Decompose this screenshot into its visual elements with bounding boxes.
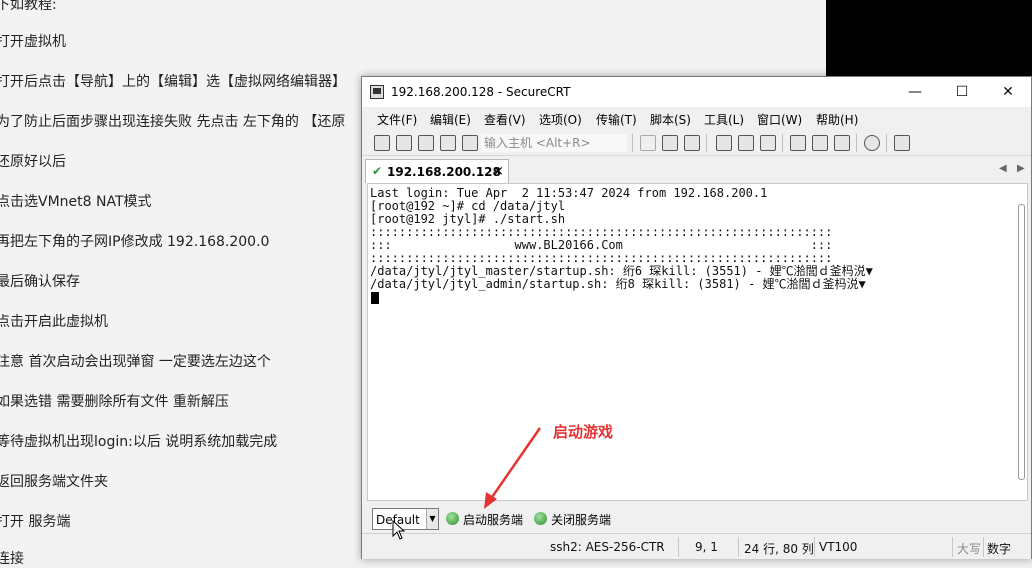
toolbar-separator [782, 134, 783, 152]
doc-line-partial: 下如教程: [0, 0, 57, 13]
securecrt-app-icon [370, 85, 384, 99]
status-terminal-type: VT100 [819, 540, 858, 554]
print-icon[interactable] [716, 135, 732, 151]
mouse-pointer-icon [392, 520, 406, 540]
menu-options[interactable]: 选项(O) [539, 111, 582, 128]
status-divider [983, 537, 984, 557]
doc-line-11: 等待虚拟机出现login:以后 说明系统加载完成 [0, 434, 278, 450]
annotation-label: 启动游戏 [553, 423, 614, 441]
terminal-scrollbar[interactable] [1018, 204, 1025, 480]
doc-line-6: 再把左下角的子网IP修改成 192.168.200.0 [0, 234, 270, 250]
securecrt-window[interactable]: 192.168.200.128 - SecureCRT — ☐ ✕ 文件(F) … [361, 76, 1032, 559]
status-num: 数字 [987, 542, 1012, 556]
toolbar-separator [886, 134, 887, 152]
status-divider [814, 537, 815, 557]
stop-server-button[interactable]: 关闭服务端 [534, 511, 616, 527]
status-encryption: ssh2: AES-256-CTR [550, 540, 665, 554]
green-dot-icon [534, 512, 547, 525]
doc-line-2: 打开后点击【导航】上的【编辑】选【虚拟网络编辑器】 [0, 74, 346, 90]
doc-line-3: 为了防止后面步骤出现连接失败 先点击 左下角的 【还原 [0, 114, 346, 130]
connected-check-icon: ✔ [372, 164, 383, 178]
tab-scroll-right-icon[interactable]: ▶ [1017, 163, 1025, 174]
reconnect-icon[interactable] [440, 135, 456, 151]
session-tab-label: 192.168.200.128 [387, 165, 501, 179]
menu-view[interactable]: 查看(V) [484, 111, 526, 128]
disconnect-icon[interactable] [462, 135, 478, 151]
start-server-button[interactable]: 启动服务端 [446, 511, 528, 527]
copy-icon[interactable] [640, 135, 656, 151]
doc-line-12: 返回服务端文件夹 [0, 474, 108, 490]
maximize-button[interactable]: ☐ [939, 77, 985, 107]
background-dark-region [826, 0, 1032, 76]
menu-tools[interactable]: 工具(L) [704, 111, 744, 128]
doc-line-13: 打开 服务端 [0, 514, 71, 530]
toolbar-separator [632, 134, 633, 152]
doc-line-14: 连接 [0, 551, 24, 567]
window-title: 192.168.200.128 - SecureCRT [391, 85, 571, 99]
print-screen-icon[interactable] [760, 135, 776, 151]
doc-line-4: 还原好以后 [0, 154, 66, 170]
toolbar-separator [856, 134, 857, 152]
paste-icon[interactable] [662, 135, 678, 151]
chevron-down-icon[interactable]: ▼ [426, 509, 438, 529]
print-selection-icon[interactable] [738, 135, 754, 151]
status-size: 24 行, 80 列 [744, 542, 814, 556]
status-caps: 大写 [957, 542, 982, 556]
stop-server-label: 关闭服务端 [551, 513, 612, 527]
find-icon[interactable] [684, 135, 700, 151]
connect-tab-icon[interactable] [418, 135, 434, 151]
connect-icon[interactable] [374, 135, 390, 151]
close-button[interactable]: ✕ [985, 77, 1031, 107]
status-divider [952, 537, 953, 557]
toolbar: 输入主机 <Alt+R> [362, 130, 1031, 156]
toolbar-separator [706, 134, 707, 152]
session-tab[interactable]: ✔ 192.168.200.128 × [365, 159, 509, 183]
menu-window[interactable]: 窗口(W) [757, 111, 802, 128]
status-divider [738, 537, 739, 557]
terminal-area[interactable]: Last login: Tue Apr 2 11:53:47 2024 from… [367, 183, 1028, 501]
host-input[interactable]: 输入主机 <Alt+R> [481, 134, 627, 152]
tab-scroll-left-icon[interactable]: ◀ [999, 163, 1007, 174]
button-bar: Default ▼ 启动服务端 关闭服务端 [362, 505, 1031, 533]
doc-line-7: 最后确认保存 [0, 274, 80, 290]
terminal-line: /data/jtyl/jtyl_admin/startup.sh: 绗8 琛ki… [370, 277, 866, 291]
menu-script[interactable]: 脚本(S) [650, 111, 691, 128]
menu-edit[interactable]: 编辑(E) [430, 111, 471, 128]
menu-file[interactable]: 文件(F) [377, 111, 417, 128]
green-dot-icon [446, 512, 459, 525]
status-cursor-pos: 9, 1 [695, 540, 718, 554]
title-bar[interactable]: 192.168.200.128 - SecureCRT — ☐ ✕ [362, 77, 1031, 107]
global-options-icon[interactable] [812, 135, 828, 151]
menu-help[interactable]: 帮助(H) [816, 111, 858, 128]
menu-transfer[interactable]: 传输(T) [596, 111, 637, 128]
close-tab-icon[interactable]: × [493, 164, 504, 179]
menu-bar: 文件(F) 编辑(E) 查看(V) 选项(O) 传输(T) 脚本(S) 工具(L… [362, 107, 1031, 129]
status-divider [678, 537, 679, 557]
status-bar: ssh2: AES-256-CTR 9, 1 24 行, 80 列 VT100 … [362, 533, 1031, 559]
terminal-cursor [371, 292, 379, 304]
keymap-icon[interactable] [834, 135, 850, 151]
doc-line-1: 打开虚拟机 [0, 34, 66, 50]
quick-connect-icon[interactable] [396, 135, 412, 151]
minimize-button[interactable]: — [892, 77, 938, 107]
sftp-icon[interactable] [894, 135, 910, 151]
doc-line-9: 注意 首次启动会出现弹窗 一定要选左边这个 [0, 354, 271, 370]
doc-line-10: 如果选错 需要删除所有文件 重新解压 [0, 394, 229, 410]
tab-row: ✔ 192.168.200.128 × ◀ ▶ [362, 157, 1031, 183]
doc-line-5: 点击选VMnet8 NAT模式 [0, 194, 152, 210]
session-options-icon[interactable] [790, 135, 806, 151]
help-icon[interactable] [864, 135, 880, 151]
doc-line-8: 点击开启此虚拟机 [0, 314, 108, 330]
start-server-label: 启动服务端 [463, 513, 524, 527]
